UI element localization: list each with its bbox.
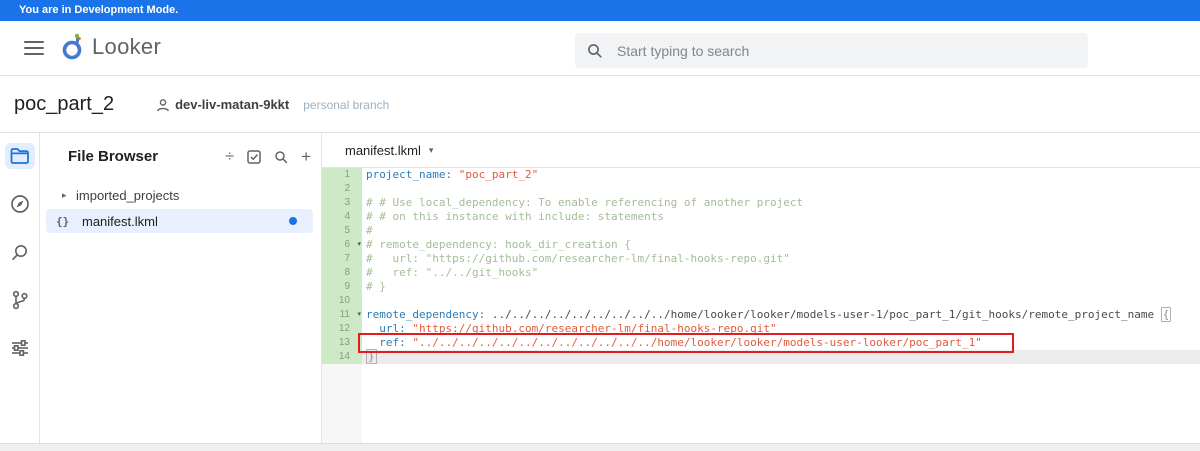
editor-tabbar: manifest.lkml ▾	[322, 133, 1200, 168]
code-line-14[interactable]: }	[362, 349, 1200, 364]
hamburger-menu-icon[interactable]	[24, 41, 44, 55]
code-token: # url: "https://github.com/researcher-lm…	[366, 252, 790, 265]
code-token: {	[1160, 307, 1172, 322]
code-line-11[interactable]: remote_dependency: ../../../../../../../…	[362, 307, 1200, 322]
code-line-12[interactable]: url: "https://github.com/researcher-lm/f…	[362, 322, 1200, 336]
line-number: 11 ▾	[322, 308, 362, 322]
code-token: ../../../../../../../../../home/looker/l…	[485, 308, 1161, 321]
tab-manifest[interactable]: manifest.lkml	[345, 143, 421, 158]
code-line-13[interactable]: ref: "../../../../../../../../../../../.…	[362, 336, 1200, 350]
search-icon	[588, 43, 602, 58]
select-files-icon[interactable]	[247, 149, 261, 164]
branch-type-label: personal branch	[303, 97, 390, 112]
tree-item-manifest[interactable]: {} manifest.lkml	[46, 209, 313, 233]
looker-logo-text: Looker	[92, 34, 162, 59]
code-line-4[interactable]: # # on this instance with include: state…	[362, 210, 1200, 224]
code-line-2[interactable]	[362, 182, 1200, 196]
code-line-10[interactable]	[362, 294, 1200, 308]
code-token: }	[366, 349, 377, 364]
code-token: ref:	[379, 336, 406, 349]
main-area: File Browser ÷ + ▸ imported_projects {} …	[0, 133, 1200, 443]
line-number: 2	[322, 182, 362, 196]
code-token: url:	[379, 322, 406, 335]
split-view-icon[interactable]: ÷	[225, 148, 234, 164]
line-number: 6 ▾	[322, 238, 362, 252]
app-header: Looker	[0, 21, 1200, 76]
code-line-5[interactable]: #	[362, 224, 1200, 238]
branch-selector[interactable]: dev-liv-matan-9kkt	[156, 97, 289, 112]
file-browser-header: File Browser ÷ +	[40, 133, 321, 175]
tree-item-label: imported_projects	[76, 187, 180, 203]
looker-logo[interactable]: Looker	[60, 33, 161, 61]
fold-toggle-icon[interactable]: ▾	[357, 238, 361, 252]
code-token: # }	[366, 280, 386, 293]
code-token: "https://github.com/researcher-lm/final-…	[412, 322, 777, 335]
looker-ide-window: You are in Development Mode. Looker Star…	[0, 0, 1200, 451]
editor-code[interactable]: project_name: "poc_part_2" # # Use local_…	[362, 168, 1200, 443]
code-line-8[interactable]: # ref: "../../git_hooks"	[362, 266, 1200, 280]
global-search[interactable]	[575, 33, 1088, 68]
file-tree: ▸ imported_projects {} manifest.lkml	[40, 183, 321, 233]
settings-tune-icon[interactable]	[5, 335, 35, 361]
file-browser-icon[interactable]	[4, 143, 35, 169]
dev-mode-banner-text: You are in Development Mode.	[19, 4, 179, 16]
editor-gutter: 1 2 3 4 5 6 ▾ 7 8 9 10 11 ▾ 12 13 14	[322, 168, 362, 443]
line-number: 1	[322, 168, 362, 182]
git-branch-icon[interactable]	[5, 287, 35, 313]
unsaved-changes-dot	[289, 217, 297, 225]
editor-body: 1 2 3 4 5 6 ▾ 7 8 9 10 11 ▾ 12 13 14 project_name: "poc…	[322, 168, 1200, 443]
code-line-9[interactable]: # }	[362, 280, 1200, 294]
project-bar: poc_part_2 dev-liv-matan-9kkt personal b…	[0, 77, 1200, 133]
code-token: project_name:	[366, 168, 453, 181]
code-token: # # Use local_dependency: To enable refe…	[366, 196, 804, 209]
code-line-6[interactable]: # remote_dependency: hook_dir_creation {	[362, 238, 1200, 252]
code-line-1[interactable]: project_name: "poc_part_2"	[362, 168, 1200, 182]
lkml-file-icon: {}	[56, 214, 70, 228]
editor-pane: manifest.lkml ▾ 1 2 3 4 5 6 ▾ 7 8 9 10 11 ▾ 12 13 14 pr…	[322, 133, 1200, 443]
code-token: "../../../../../../../../../../../../hom…	[412, 336, 982, 349]
file-search-icon[interactable]	[274, 150, 288, 164]
code-token: remote_dependency:	[366, 308, 486, 321]
file-browser-panel: File Browser ÷ + ▸ imported_projects {} …	[40, 133, 322, 443]
icon-rail	[0, 133, 40, 443]
tree-item-label: manifest.lkml	[82, 213, 158, 229]
add-file-icon[interactable]: +	[301, 148, 311, 165]
line-number: 4	[322, 210, 362, 224]
line-number: 5	[322, 224, 362, 238]
folder-caret-icon[interactable]: ▸	[62, 190, 76, 201]
tree-item-imported-projects[interactable]: ▸ imported_projects	[46, 183, 313, 207]
tab-dropdown-icon[interactable]: ▾	[429, 145, 434, 156]
project-title: poc_part_2	[14, 93, 115, 115]
code-line-3[interactable]: # # Use local_dependency: To enable refe…	[362, 196, 1200, 210]
line-number: 8	[322, 266, 362, 280]
code-line-7[interactable]: # url: "https://github.com/researcher-lm…	[362, 252, 1200, 266]
line-number: 3	[322, 196, 362, 210]
file-browser-title: File Browser	[68, 148, 159, 165]
line-number: 9	[322, 280, 362, 294]
find-replace-icon[interactable]	[5, 239, 35, 265]
branch-name: dev-liv-matan-9kkt	[175, 97, 290, 112]
code-token: "poc_part_2"	[458, 168, 539, 181]
line-number: 10	[322, 294, 362, 308]
fold-toggle-icon[interactable]: ▾	[357, 308, 361, 322]
window-bottom-edge	[0, 443, 1200, 451]
line-number: 12	[322, 322, 362, 336]
person-icon	[157, 98, 169, 111]
dev-mode-banner: You are in Development Mode.	[0, 0, 1200, 21]
line-number: 14	[322, 350, 362, 364]
line-number: 7	[322, 252, 362, 266]
search-input[interactable]	[617, 42, 1076, 59]
code-token: # # on this instance with include: state…	[366, 210, 665, 223]
code-token: #	[366, 224, 373, 237]
code-token: # remote_dependency: hook_dir_creation {	[366, 238, 631, 251]
explore-compass-icon[interactable]	[5, 191, 35, 217]
code-token: # ref: "../../git_hooks"	[366, 266, 539, 279]
line-number: 13	[322, 336, 362, 350]
looker-logo-icon	[60, 33, 86, 61]
